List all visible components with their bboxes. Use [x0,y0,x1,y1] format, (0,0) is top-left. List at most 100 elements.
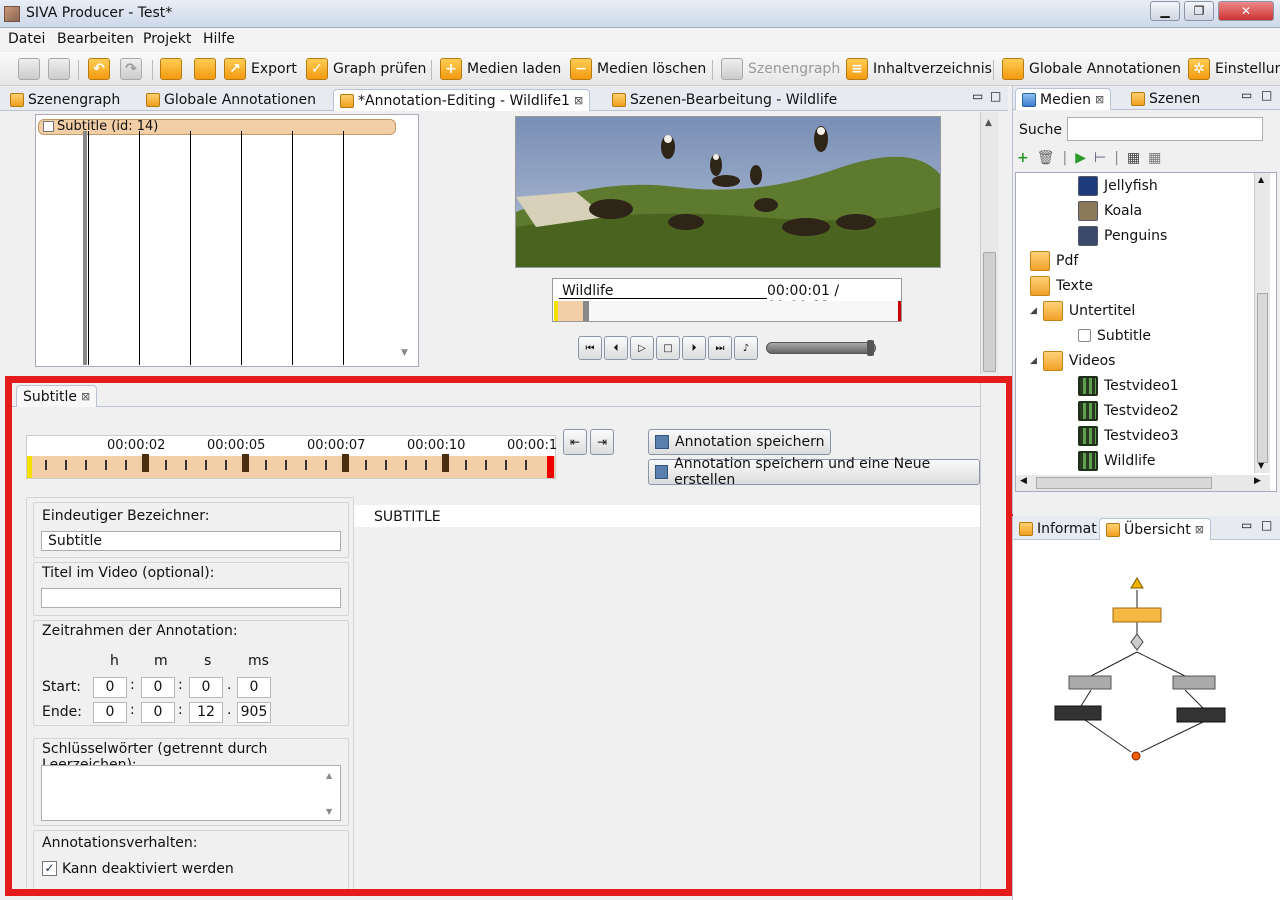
close-tab-icon[interactable]: ⊠ [1095,93,1104,106]
scroll-up-icon[interactable]: ▲ [985,118,992,128]
close-tab-icon[interactable]: ⊠ [1195,523,1204,536]
identifier-field[interactable]: Subtitle [41,531,341,551]
scenegraph-overview[interactable] [1013,542,1280,900]
menu-bearbeiten[interactable]: Bearbeiten [57,31,134,47]
volume-slider[interactable] [766,340,876,356]
tab-annotation-editing[interactable]: *Annotation-Editing - Wildlife1 ⊠ [333,89,591,111]
close-tab-icon[interactable]: ⊠ [81,390,90,403]
volume-icon[interactable]: ♪ [734,336,758,360]
tree-icon[interactable]: ⊢ [1094,150,1106,166]
jump-start-icon[interactable]: ⇤ [563,429,587,455]
skip-end-icon[interactable]: ⏭ [708,336,732,360]
trash-icon[interactable]: 🗑 [1037,150,1055,166]
end-milliseconds[interactable]: 905 [237,702,271,723]
tree-item[interactable]: Jellyfish [1078,173,1158,198]
minimize-view-icon[interactable]: ▭ [1241,88,1252,102]
load-media-button[interactable]: + Medien laden [440,57,561,81]
close-button[interactable]: ✕ [1218,1,1274,21]
search-input[interactable] [1067,117,1263,141]
end-hours[interactable]: 0 [93,702,127,723]
expand-icon[interactable]: ◢ [1030,356,1037,366]
start-hours[interactable]: 0 [93,677,127,698]
player-progress-track[interactable] [554,301,901,321]
save-all-icon[interactable] [48,58,70,80]
tree-item[interactable]: ◢ Untertitel [1030,298,1135,323]
play-icon[interactable]: ▷ [630,336,654,360]
close-tab-icon[interactable]: ⊠ [574,94,583,107]
deactivatable-checkbox[interactable]: ✓ [42,861,57,876]
player-progress-thumb[interactable] [583,301,589,321]
settings-button[interactable]: ✲Einstellung [1188,57,1280,81]
start-minutes[interactable]: 0 [141,677,175,698]
jump-end-icon[interactable]: ⇥ [590,429,614,455]
minimize-button[interactable]: ▁ [1150,1,1180,21]
keywords-field[interactable] [41,765,341,821]
skip-start-icon[interactable]: ⏮ [578,336,602,360]
minimize-view-icon[interactable]: ▭ [972,89,983,103]
minimize-view-icon[interactable]: ▭ [1241,518,1252,532]
upper-scrollbar[interactable]: ▲ [980,112,998,374]
scenegraph-button[interactable]: Szenengraph [721,57,840,81]
menu-hilfe[interactable]: Hilfe [203,31,235,47]
scroll-up-icon[interactable]: ▲ [326,771,332,780]
tab-media[interactable]: Medien ⊠ [1015,88,1112,110]
new-icon[interactable] [18,58,40,80]
playhead[interactable] [83,131,87,365]
subtitle-text-area[interactable]: SUBTITLE [354,505,980,887]
save-annotation-button[interactable]: Annotation speichern [648,429,832,455]
start-seconds[interactable]: 0 [189,677,223,698]
add-icon[interactable]: + [1017,150,1029,166]
tab-overview[interactable]: Übersicht ⊠ [1099,518,1211,540]
maximize-view-icon[interactable]: □ [990,89,1001,103]
toc-button[interactable]: ≡ Inhaltverzeichnis [846,57,992,81]
scroll-down-icon[interactable]: ▼ [326,807,332,816]
scroll-down-icon[interactable]: ▼ [1258,461,1264,470]
tree-item[interactable]: Testvideo1 [1078,373,1179,398]
scroll-right-icon[interactable]: ▶ [1254,476,1261,486]
tab-subtitle[interactable]: Subtitle ⊠ [16,385,98,407]
start-milliseconds[interactable]: 0 [237,677,271,698]
tab-scenes[interactable]: Szenen [1125,88,1206,110]
maximize-button[interactable]: ❐ [1184,1,1214,21]
volume-thumb[interactable] [867,340,874,356]
tab-szenengraph[interactable]: Szenengraph [4,89,126,111]
tree-hscroll[interactable]: ◀ ▶ [1016,475,1270,491]
clapper-icon[interactable]: ▦ [1127,150,1140,166]
tree-item[interactable]: ◢ Videos [1030,348,1115,373]
tab-information[interactable]: Informat [1013,518,1103,540]
save-icon[interactable] [160,58,182,80]
play-icon[interactable]: ▶ [1075,150,1086,166]
export-button[interactable]: ↗ Export [224,57,297,81]
scroll-up-icon[interactable]: ▲ [1258,175,1264,184]
maximize-view-icon[interactable]: □ [1261,518,1272,532]
global-annotations-button[interactable]: Globale Annotationen [1002,57,1181,81]
redo-icon[interactable]: ↷ [120,58,142,80]
tree-item[interactable]: Wildlife [1078,448,1156,473]
tab-scene-editing[interactable]: Szenen-Bearbeitung - Wildlife [606,89,843,111]
tree-item[interactable]: Pdf [1030,248,1078,273]
step-back-icon[interactable]: ⏴ [604,336,628,360]
menu-datei[interactable]: Datei [8,31,45,47]
title-field[interactable] [41,588,341,608]
stop-icon[interactable]: □ [656,336,680,360]
end-minutes[interactable]: 0 [141,702,175,723]
tab-global-annotations[interactable]: Globale Annotationen [140,89,322,111]
step-forward-icon[interactable]: ⏵ [682,336,706,360]
maximize-view-icon[interactable]: □ [1261,88,1272,102]
tree-item[interactable]: Koala [1078,198,1142,223]
expand-icon[interactable]: ◢ [1030,306,1037,316]
scroll-down-icon[interactable]: ▼ [401,348,408,358]
save-and-new-button[interactable]: Annotation speichern und eine Neue erste… [648,456,980,488]
end-seconds[interactable]: 12 [189,702,223,723]
save-as-icon[interactable] [194,58,216,80]
scroll-left-icon[interactable]: ◀ [1020,476,1027,486]
tree-item[interactable]: Penguins [1078,223,1167,248]
tree-item[interactable]: Testvideo3 [1078,423,1179,448]
tree-item[interactable]: Subtitle [1078,323,1151,348]
tree-vscroll[interactable]: ▲ ▼ [1254,173,1270,473]
undo-icon[interactable]: ↶ [88,58,110,80]
tree-item[interactable]: Testvideo2 [1078,398,1179,423]
delete-media-button[interactable]: − Medien löschen [570,57,706,81]
clapper-gray-icon[interactable]: ▦ [1148,150,1161,166]
graph-check-button[interactable]: ✓ Graph prüfen [306,57,426,81]
